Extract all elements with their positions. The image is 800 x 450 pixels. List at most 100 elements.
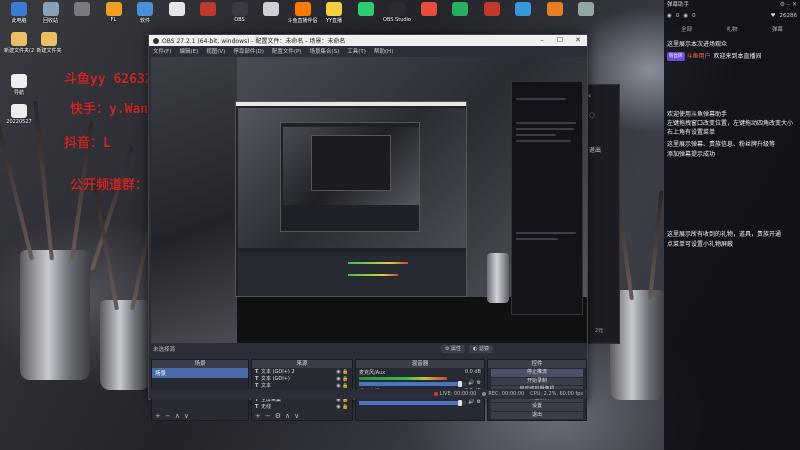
sources-dock-header: 来源 <box>252 360 352 368</box>
desktop-shortcut[interactable] <box>477 2 507 28</box>
remove-scene-icon[interactable]: − <box>165 412 171 420</box>
app-icon <box>357 2 374 16</box>
folder-icon <box>11 104 27 118</box>
speaker-icon[interactable]: 🔊 <box>468 399 474 405</box>
desktop-shortcut[interactable]: 此电脑 <box>4 2 34 28</box>
app-icon <box>515 2 531 16</box>
eye-icon[interactable]: ◉ <box>335 383 342 389</box>
minimize-button[interactable]: – <box>533 35 551 46</box>
wallpaper-brush <box>0 113 34 261</box>
desktop-shortcut[interactable] <box>162 2 192 28</box>
move-up-icon[interactable]: ∧ <box>175 412 180 420</box>
desktop-shortcut-label: YY直播 <box>325 18 343 24</box>
desktop-shortcut[interactable]: OBS Studio <box>382 2 412 28</box>
control-button[interactable]: 停止推流 <box>491 369 583 377</box>
speaker-icon[interactable]: 🔊 <box>468 380 474 386</box>
obs-preview-canvas[interactable] <box>151 57 587 343</box>
danmaku-assistant-panel[interactable]: 弹幕助手 ⚙ – ✕ ◉ 0 ◉ 0 ♥ 26286 全部 礼物 弹幕 这里展示本次… <box>664 0 800 450</box>
remove-source-icon[interactable]: − <box>265 412 271 420</box>
scene-item[interactable]: 场景 <box>152 368 248 378</box>
control-button[interactable]: 开始录制 <box>491 377 583 385</box>
lock-icon[interactable]: 🔒 <box>342 376 349 382</box>
lock-icon[interactable]: 🔒 <box>342 383 349 389</box>
viewer-icon: ◉ <box>667 13 672 19</box>
danmaku-message: 这里展示弹幕、贵族信息、粉丝牌升级等 <box>664 140 800 149</box>
volume-slider[interactable] <box>359 399 467 406</box>
menu-item[interactable]: 文件(F) <box>153 47 171 55</box>
volume-slider-handle[interactable] <box>457 380 462 387</box>
volume-slider-handle[interactable] <box>457 399 462 406</box>
close-button[interactable]: ✕ <box>792 1 797 8</box>
bell-icon[interactable]: ◌ <box>589 111 595 119</box>
danmaku-panel-titlebar[interactable]: 弹幕助手 ⚙ – ✕ <box>664 0 800 10</box>
obs-menubar: 文件(F) 编辑(E) 视图(V) 停靠部件(D) 配置文件(P) 场景集合(S) 工具(T… <box>149 46 587 55</box>
desktop-shortcut[interactable] <box>508 2 538 28</box>
desktop-shortcut[interactable] <box>414 2 444 28</box>
desktop-shortcut[interactable] <box>571 2 601 28</box>
lock-icon[interactable]: 🔒 <box>342 404 349 410</box>
maximize-button[interactable]: ☐ <box>551 35 569 46</box>
source-row[interactable]: T 文本 (GDI+) ◉ 🔒 <box>252 375 352 383</box>
menu-item[interactable]: 工具(T) <box>347 47 366 55</box>
desktop-shortcut[interactable]: 回收站 <box>36 2 66 28</box>
source-settings-icon[interactable]: ⚙ <box>275 412 281 420</box>
desktop-shortcut[interactable] <box>540 2 570 28</box>
desktop-shortcut[interactable]: 软件 <box>130 2 160 28</box>
close-button[interactable]: ✕ <box>569 35 587 46</box>
desktop-shortcut[interactable]: 新建文件夹 <box>34 32 64 58</box>
control-button[interactable]: 设置 <box>491 403 583 411</box>
phone-exit-button[interactable]: 退出 <box>589 145 601 154</box>
menu-item[interactable]: 配置文件(P) <box>272 47 302 55</box>
source-row[interactable]: T 无线 ◉ 🔒 <box>252 403 352 411</box>
source-row[interactable]: T 文本 (GDI+) 2 ◉ 🔒 <box>252 368 352 376</box>
desktop-shortcut[interactable]: YY直播 <box>319 2 349 28</box>
desktop-shortcut-label: 软件 <box>139 18 150 24</box>
filters-button[interactable]: ◐ 滤镜 <box>469 345 493 353</box>
back-arrow-icon[interactable]: ‹ <box>588 91 591 100</box>
menu-item[interactable]: 停靠部件(D) <box>233 47 264 55</box>
desktop-shortcut[interactable]: 斗鱼直播伴侣 <box>288 2 318 28</box>
obs-titlebar[interactable]: OBS 27.2.1 (64-bit, windows) - 配置文件：未命名 … <box>149 35 587 46</box>
volume-slider[interactable] <box>359 380 467 387</box>
gear-icon[interactable]: ⚙ <box>477 380 481 386</box>
minimize-button[interactable]: – <box>787 1 790 8</box>
source-row[interactable]: T 文本 ◉ 🔒 <box>252 382 352 390</box>
lock-icon[interactable]: 🔒 <box>342 369 349 375</box>
desktop-shortcut[interactable]: 20220527 <box>4 104 34 130</box>
app-icon <box>578 2 594 16</box>
add-source-icon[interactable]: + <box>255 412 261 420</box>
move-down-icon[interactable]: ∨ <box>184 412 189 420</box>
menu-item[interactable]: 视图(V) <box>206 47 225 55</box>
danmaku-tab[interactable]: 礼物 <box>726 25 737 33</box>
desktop-shortcut[interactable]: OBS <box>225 2 255 28</box>
desktop-shortcut[interactable] <box>351 2 381 28</box>
control-button[interactable]: 退出 <box>491 411 583 419</box>
app-icon <box>389 2 405 16</box>
desktop-shortcut[interactable]: FL <box>99 2 129 28</box>
desktop-shortcut[interactable] <box>256 2 286 28</box>
desktop-shortcut[interactable] <box>67 2 97 28</box>
eye-icon[interactable]: ◉ <box>335 404 342 410</box>
danmaku-message: 这里展示本次进场观众 <box>664 40 800 49</box>
desktop-shortcut[interactable]: 新建文件夹(2) <box>4 32 34 58</box>
move-up-icon[interactable]: ∧ <box>285 412 290 420</box>
nested-chat-line <box>516 232 576 234</box>
eye-icon[interactable]: ◉ <box>335 369 342 375</box>
properties-button[interactable]: ⚙ 属性 <box>440 345 466 353</box>
menu-item[interactable]: 场景集合(S) <box>309 47 339 55</box>
danmaku-tab[interactable]: 弹幕 <box>772 25 783 33</box>
obs-window[interactable]: OBS 27.2.1 (64-bit, windows) - 配置文件：未命名 … <box>148 34 588 421</box>
menu-item[interactable]: 编辑(E) <box>179 47 198 55</box>
settings-gear-icon[interactable]: ⚙ <box>780 1 785 8</box>
desktop-shortcut[interactable] <box>193 2 223 28</box>
cpu-usage: CPU: 2.2%, 60.00 fps <box>530 391 583 397</box>
add-scene-icon[interactable]: + <box>155 412 161 420</box>
eye-icon[interactable]: ◉ <box>335 376 342 382</box>
move-down-icon[interactable]: ∨ <box>294 412 299 420</box>
gear-icon[interactable]: ⚙ <box>477 399 481 405</box>
desktop-shortcut[interactable] <box>445 2 475 28</box>
mixer-track-header: 麦克风/Aux 0.0 dB <box>359 369 481 376</box>
desktop-shortcut[interactable]: 导航 <box>4 74 34 100</box>
danmaku-tab[interactable]: 全部 <box>681 25 692 33</box>
menu-item[interactable]: 帮助(H) <box>374 47 393 55</box>
